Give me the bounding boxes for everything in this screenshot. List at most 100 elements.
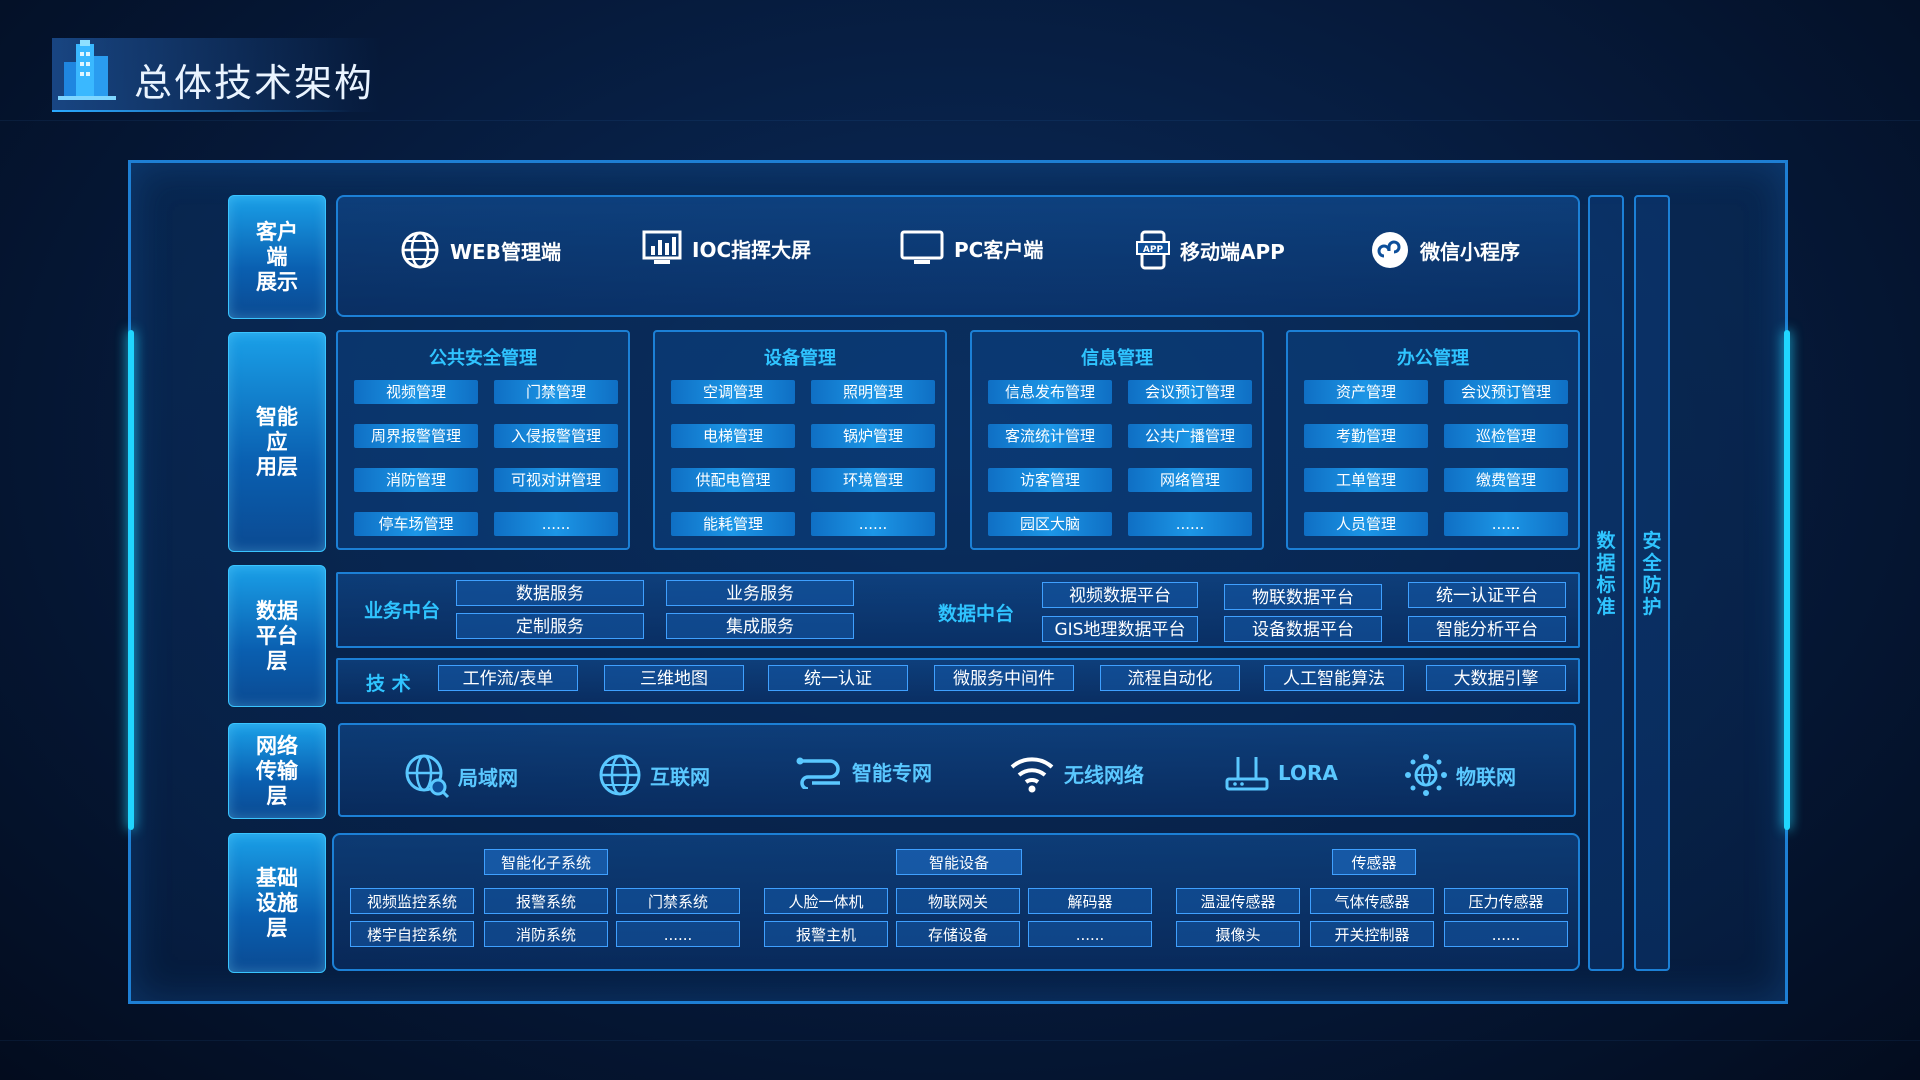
app-module-item[interactable]: 园区大脑 bbox=[988, 512, 1112, 536]
app-module-item[interactable]: 入侵报警管理 bbox=[494, 424, 618, 448]
tech-item[interactable]: 三维地图 bbox=[604, 665, 744, 691]
business-item[interactable]: 定制服务 bbox=[456, 613, 644, 639]
tech-label: 技 术 bbox=[366, 673, 411, 695]
app-module-item[interactable]: 会议预订管理 bbox=[1444, 380, 1568, 404]
right-glow-bar bbox=[1784, 330, 1790, 830]
tech-item[interactable]: 人工智能算法 bbox=[1264, 665, 1404, 691]
infra-item[interactable]: 存储设备 bbox=[896, 921, 1020, 947]
network-item-wireless[interactable]: 无线网络 bbox=[1008, 753, 1144, 793]
infra-item[interactable]: 消防系统 bbox=[484, 921, 608, 947]
app-module-item[interactable]: ...... bbox=[811, 512, 935, 536]
client-item-web[interactable]: WEB管理端 bbox=[400, 230, 561, 270]
infra-item[interactable]: 气体传感器 bbox=[1310, 888, 1434, 914]
infra-item[interactable]: 楼宇自控系统 bbox=[350, 921, 474, 947]
infra-item[interactable]: 解码器 bbox=[1028, 888, 1152, 914]
app-module-item[interactable]: 能耗管理 bbox=[671, 512, 795, 536]
infra-item[interactable]: ...... bbox=[616, 921, 740, 947]
app-module-item[interactable]: 网络管理 bbox=[1128, 468, 1252, 492]
infra-item[interactable]: 人脸一体机 bbox=[764, 888, 888, 914]
mobile-app-icon: APP bbox=[1136, 230, 1170, 270]
infra-group-title: 智能设备 bbox=[896, 849, 1022, 875]
private-network-icon bbox=[796, 757, 840, 789]
app-module-item[interactable]: ...... bbox=[494, 512, 618, 536]
app-module-item[interactable]: 资产管理 bbox=[1304, 380, 1428, 404]
app-module-item[interactable]: 会议预订管理 bbox=[1128, 380, 1252, 404]
tech-item[interactable]: 统一认证 bbox=[768, 665, 908, 691]
network-item-lora[interactable]: LORA bbox=[1224, 753, 1338, 793]
infra-item[interactable]: 报警系统 bbox=[484, 888, 608, 914]
data-item[interactable]: 统一认证平台 bbox=[1408, 582, 1566, 608]
client-label: IOC指挥大屏 bbox=[692, 237, 812, 262]
infra-item[interactable]: 摄像头 bbox=[1176, 921, 1300, 947]
app-module-item[interactable]: 客流统计管理 bbox=[988, 424, 1112, 448]
app-module-item[interactable]: 供配电管理 bbox=[671, 468, 795, 492]
app-module-item[interactable]: 公共广播管理 bbox=[1128, 424, 1252, 448]
network-label: 智能专网 bbox=[852, 760, 932, 785]
app-module-item[interactable]: 周界报警管理 bbox=[354, 424, 478, 448]
app-module-item[interactable]: 缴费管理 bbox=[1444, 468, 1568, 492]
svg-text:APP: APP bbox=[1143, 245, 1164, 255]
network-item-lan[interactable]: 局域网 bbox=[404, 753, 518, 799]
infra-item[interactable]: 开关控制器 bbox=[1310, 921, 1434, 947]
data-item[interactable]: 设备数据平台 bbox=[1224, 616, 1382, 642]
infra-item[interactable]: 门禁系统 bbox=[616, 888, 740, 914]
infra-item[interactable]: ...... bbox=[1444, 921, 1568, 947]
data-item[interactable]: GIS地理数据平台 bbox=[1042, 616, 1198, 642]
bar-chart-screen-icon bbox=[642, 230, 682, 264]
client-item-mobile[interactable]: APP 移动端APP bbox=[1136, 230, 1285, 270]
network-item-iot[interactable]: 物联网 bbox=[1404, 753, 1516, 797]
app-module-item[interactable]: 可视对讲管理 bbox=[494, 468, 618, 492]
infra-item[interactable]: 压力传感器 bbox=[1444, 888, 1568, 914]
app-module-item[interactable]: 考勤管理 bbox=[1304, 424, 1428, 448]
tech-item[interactable]: 大数据引擎 bbox=[1426, 665, 1566, 691]
infra-item[interactable]: 报警主机 bbox=[764, 921, 888, 947]
client-item-pc[interactable]: PC客户端 bbox=[900, 230, 1043, 266]
tech-item[interactable]: 工作流/表单 bbox=[438, 665, 578, 691]
layer-label-data: 数据 平台层 bbox=[228, 565, 326, 707]
app-group-title: 公共安全管理 bbox=[429, 348, 537, 369]
network-label: 无线网络 bbox=[1064, 762, 1144, 787]
globe-icon bbox=[401, 231, 439, 269]
client-item-ioc[interactable]: IOC指挥大屏 bbox=[642, 230, 811, 266]
app-module-item[interactable]: 巡检管理 bbox=[1444, 424, 1568, 448]
app-module-item[interactable]: 停车场管理 bbox=[354, 512, 478, 536]
tech-item[interactable]: 微服务中间件 bbox=[934, 665, 1074, 691]
business-item[interactable]: 数据服务 bbox=[456, 580, 644, 606]
app-module-item[interactable]: 电梯管理 bbox=[671, 424, 795, 448]
infra-item[interactable]: 温湿传感器 bbox=[1176, 888, 1300, 914]
infra-group-title: 智能化子系统 bbox=[484, 849, 608, 875]
business-item[interactable]: 业务服务 bbox=[666, 580, 854, 606]
infra-item[interactable]: 物联网关 bbox=[896, 888, 1020, 914]
tech-item[interactable]: 流程自动化 bbox=[1100, 665, 1240, 691]
app-module-item[interactable]: 人员管理 bbox=[1304, 512, 1428, 536]
title-underline bbox=[52, 110, 352, 112]
app-module-item[interactable]: 视频管理 bbox=[354, 380, 478, 404]
app-module-item[interactable]: 锅炉管理 bbox=[811, 424, 935, 448]
data-item[interactable]: 物联数据平台 bbox=[1224, 584, 1382, 610]
app-module-item[interactable]: ...... bbox=[1444, 512, 1568, 536]
app-module-item[interactable]: 访客管理 bbox=[988, 468, 1112, 492]
business-item[interactable]: 集成服务 bbox=[666, 613, 854, 639]
client-item-miniprogram[interactable]: 微信小程序 bbox=[1370, 230, 1520, 270]
infra-item[interactable]: 视频监控系统 bbox=[350, 888, 474, 914]
app-module-item[interactable]: 信息发布管理 bbox=[988, 380, 1112, 404]
app-module-item[interactable]: 照明管理 bbox=[811, 380, 935, 404]
data-item[interactable]: 视频数据平台 bbox=[1042, 582, 1198, 608]
monitor-icon bbox=[900, 230, 944, 264]
page-title: 总体技术架构 bbox=[134, 61, 375, 105]
infra-item[interactable]: ...... bbox=[1028, 921, 1152, 947]
data-item[interactable]: 智能分析平台 bbox=[1408, 616, 1566, 642]
layer-label-client: 客户端 展示 bbox=[228, 195, 326, 319]
app-module-item[interactable]: 消防管理 bbox=[354, 468, 478, 492]
client-label: PC客户端 bbox=[954, 237, 1044, 262]
security-label: 安全防护 bbox=[1642, 530, 1662, 618]
app-module-item[interactable]: 工单管理 bbox=[1304, 468, 1428, 492]
network-item-internet[interactable]: 互联网 bbox=[598, 753, 710, 797]
globe-icon bbox=[599, 754, 641, 796]
app-module-item[interactable]: 空调管理 bbox=[671, 380, 795, 404]
app-module-item[interactable]: ...... bbox=[1128, 512, 1252, 536]
layer-label-network: 网络 传输层 bbox=[228, 723, 326, 819]
network-item-private[interactable]: 智能专网 bbox=[794, 753, 932, 789]
app-module-item[interactable]: 环境管理 bbox=[811, 468, 935, 492]
app-module-item[interactable]: 门禁管理 bbox=[494, 380, 618, 404]
